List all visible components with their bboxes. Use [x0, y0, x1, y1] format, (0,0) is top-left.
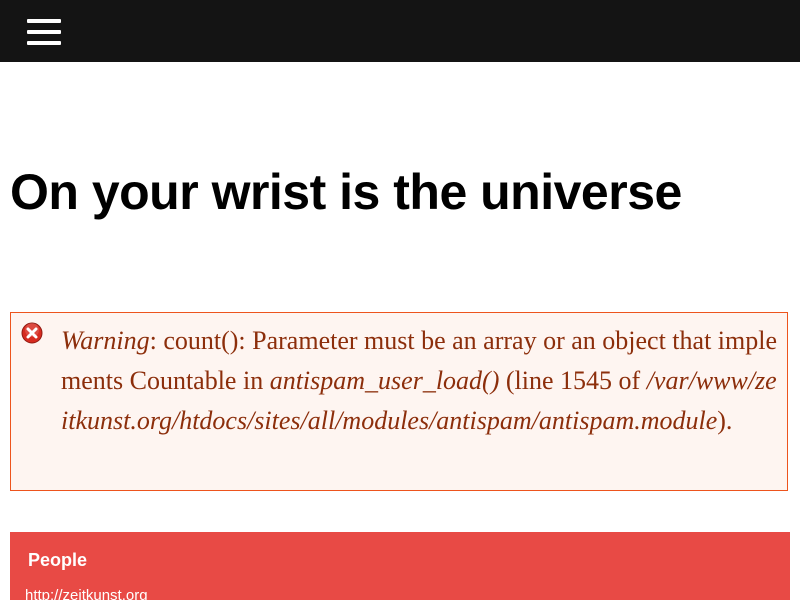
error-function-name: antispam_user_load()	[269, 366, 500, 395]
error-message-part: (line 1545 of	[499, 366, 647, 395]
menu-bar-line	[27, 41, 61, 45]
error-message-box: Warning: count(): Parameter must be an a…	[10, 312, 788, 491]
page-title: On your wrist is the universe	[10, 164, 682, 220]
people-block-title: People	[28, 550, 88, 570]
error-message-part: ).	[717, 406, 733, 435]
menu-bar-line	[27, 30, 61, 34]
top-navigation-bar	[0, 0, 800, 62]
error-message-text: Warning: count(): Parameter must be an a…	[61, 321, 783, 441]
people-website-link[interactable]: http://zeitkunst.org	[25, 586, 148, 600]
hamburger-menu-icon[interactable]	[27, 19, 61, 45]
people-block: People http://zeitkunst.org	[10, 532, 790, 600]
menu-bar-line	[27, 19, 61, 23]
error-x-icon	[21, 322, 43, 344]
warning-label: Warning	[61, 326, 150, 355]
